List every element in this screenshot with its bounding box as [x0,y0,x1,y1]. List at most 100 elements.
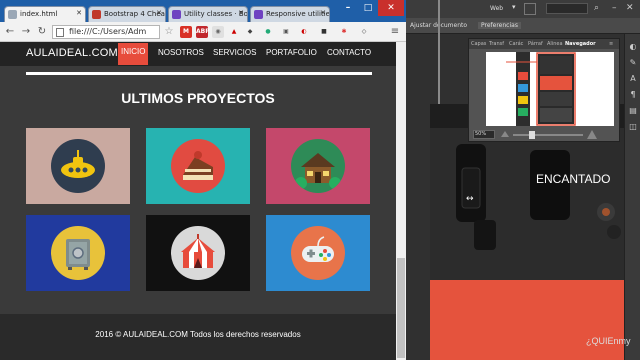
extension-icon[interactable]: ■ [318,26,330,38]
panel-tab-parrafo[interactable]: Párraf [528,41,543,47]
footer-copyright: 2016 © AULAIDEAL.COM Todos los derechos … [95,330,301,339]
nav-nosotros[interactable]: NOSOTROS [158,48,204,57]
gamepad-icon [291,226,345,280]
tab-utility-classes[interactable]: Utility classes · Boo ✕ [168,6,248,22]
site-logo[interactable]: AULAIDEAL.COM [26,47,118,59]
cake-icon [171,139,225,193]
panel-menu-icon[interactable]: ≡ [609,41,613,47]
circus-tent-icon [171,226,225,280]
zoom-slider-handle[interactable] [529,131,535,139]
bootstrap-cheat-icon [92,10,101,19]
panel-tab-caracter[interactable]: Carác [509,41,523,47]
tab-index-html[interactable]: index.html ✕ [4,6,86,22]
extension-icon[interactable]: ◉ [212,26,224,38]
navigator-thumbnail [486,52,614,126]
canvas-heading: ENCANTADO [536,172,611,186]
search-field[interactable] [546,3,588,14]
back-icon[interactable]: ← [3,25,17,39]
extension-icon[interactable]: ◆ [244,26,256,38]
mail-extension-icon[interactable]: M [180,26,192,38]
nav-portafolio[interactable]: PORTAFOLIO [266,48,317,57]
close-window-icon[interactable]: ✕ [378,0,404,16]
project-tile-submarine[interactable] [26,128,130,204]
photoshop-options-bar: Ajustar documento Preferencias [406,18,640,34]
search-icon[interactable]: ⌕ [594,3,599,13]
forward-icon[interactable]: → [19,25,33,39]
nav-contacto[interactable]: CONTACTO [327,48,371,57]
file-icon [56,28,64,37]
bootstrap-icon [254,10,263,19]
panel-tab-capas[interactable]: Capas [471,41,486,47]
extension-icon[interactable]: ✱ [338,26,350,38]
navigator-preview[interactable] [486,52,614,126]
browser-window: index.html ✕ Bootstrap 4 Cheat ✕ Utility… [0,0,406,360]
page-icon [8,10,17,19]
project-tile-cabin[interactable] [266,128,370,204]
scrollbar-thumb[interactable] [397,258,405,358]
camera-gear-photo [430,128,624,288]
extension-icon[interactable]: ▲ [228,26,240,38]
extension-icon[interactable]: ● [262,26,274,38]
section-title: ULTIMOS PROYECTOS [121,90,275,106]
address-bar-url: file:///C:/Users/Adm [69,27,147,36]
safe-icon [51,226,105,280]
dropdown-icon[interactable]: ▾ [512,3,516,11]
submarine-icon [51,139,105,193]
extension-icon[interactable]: ▣ [280,26,292,38]
panel-tab-navegador[interactable]: Navegador [565,41,596,47]
layers-panel-icon[interactable]: ◫ [628,122,638,132]
maximize-icon[interactable]: □ [358,0,378,16]
site-navbar: AULAIDEAL.COM INICIO NOSOTROS SERVICIOS … [0,42,396,66]
site-footer: 2016 © AULAIDEAL.COM Todos los derechos … [0,314,396,360]
close-tab-icon[interactable]: ✕ [76,9,82,17]
project-tile-safe[interactable] [26,215,130,291]
page-scrollbar[interactable] [396,42,406,360]
adblock-extension-icon[interactable]: ABP [196,26,210,38]
zoom-in-icon[interactable] [587,130,597,139]
window-controls: – □ ✕ [336,0,406,16]
project-tile-cake[interactable] [146,128,250,204]
zoom-field[interactable]: 50% [473,130,495,139]
zoom-slider[interactable] [513,134,583,136]
tab-responsive-utilities[interactable]: Responsive utilitie ✕ [250,6,330,22]
canvas-photo [430,128,624,288]
close-icon[interactable]: ✕ [626,3,634,13]
zoom-out-icon[interactable] [501,131,509,137]
paragraph-panel-icon[interactable]: ¶ [628,90,638,100]
red-section [430,280,624,360]
minimize-icon[interactable]: – [338,0,358,16]
photoshop-menubar: Web ▾ ⌕ – ✕ [406,0,640,18]
project-tile-gamepad[interactable] [266,215,370,291]
close-tab-icon[interactable]: ✕ [238,9,244,17]
tab-preferencias[interactable]: Preferencias [478,22,521,29]
color-panel-icon[interactable]: ◐ [628,42,638,52]
panel-tab-transform[interactable]: Transf [489,41,504,47]
cabin-icon [291,139,345,193]
nav-inicio[interactable]: INICIO [118,43,149,65]
extension-icon[interactable]: ◇ [358,26,370,38]
align-panel-icon[interactable]: ▤ [628,106,638,116]
reload-icon[interactable]: ↻ [35,25,49,39]
menu-icon[interactable]: ≡ [388,25,402,39]
panel-tab-alinear[interactable]: Alinea [547,41,563,47]
photoshop-right-toolbar: ◐ ✎ A ¶ ▤ ◫ [624,34,640,360]
extension-icon[interactable]: ◐ [298,26,310,38]
tab-bootstrap-cheat[interactable]: Bootstrap 4 Cheat ✕ [88,6,166,22]
project-tile-circus-tent[interactable] [146,215,250,291]
brush-panel-icon[interactable]: ✎ [628,58,638,68]
workspace-icon[interactable] [524,3,536,15]
browser-toolbar: ← → ↻ file:///C:/Users/Adm ☆ M ABP ◉ ▲ ◆… [0,22,406,42]
minimize-icon[interactable]: – [612,3,617,13]
address-bar[interactable]: file:///C:/Users/Adm [52,25,160,39]
watermark: ¿QUIEnmy [586,336,631,346]
nav-servicios[interactable]: SERVICIOS [213,48,256,57]
bookmark-star-icon[interactable]: ☆ [162,25,176,39]
close-tab-icon[interactable]: ✕ [156,9,162,17]
character-panel-icon[interactable]: A [628,74,638,84]
photoshop-canvas[interactable]: ENCANTADO ↔ [430,104,624,360]
photoshop-window: Web ▾ ⌕ – ✕ Ajustar documento Preferenci… [406,0,640,360]
bootstrap-icon [172,10,181,19]
menu-web[interactable]: Web [490,5,503,12]
close-tab-icon[interactable]: ✕ [320,9,326,17]
web-page-viewport: AULAIDEAL.COM INICIO NOSOTROS SERVICIOS … [0,42,396,360]
